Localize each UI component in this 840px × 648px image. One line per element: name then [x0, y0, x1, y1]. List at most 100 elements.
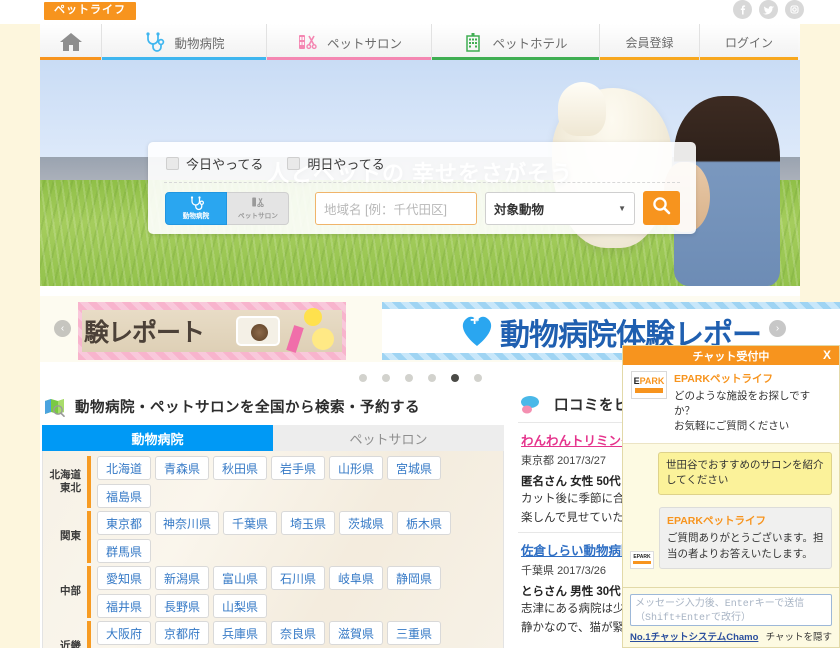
prefecture-cell[interactable]: 福井県 — [97, 594, 151, 618]
prefecture-cell[interactable]: 栃木県 — [397, 511, 452, 535]
social-links — [733, 0, 804, 19]
prefecture-cell[interactable]: 新潟県 — [155, 566, 209, 590]
chat-message-agent: EPARKペットライフ ご質問ありがとうございます。担当の者よりお答えいたします… — [659, 507, 832, 569]
carousel-prev-button[interactable]: ‹ — [54, 320, 71, 337]
search-controls: 動物病院 ペットサロン 地域名 [例：千代田区] 対象動物 ▼ — [162, 191, 682, 225]
carousel-dot[interactable] — [473, 374, 482, 382]
region-input[interactable]: 地域名 [例：千代田区] — [315, 191, 477, 225]
review-date: 2017/3/27 — [557, 455, 606, 467]
chevron-down-icon: ▼ — [618, 203, 626, 213]
carousel-dot-active[interactable] — [450, 374, 459, 382]
prefecture-cell[interactable]: 岐阜県 — [329, 566, 383, 590]
close-icon[interactable]: X — [823, 348, 831, 362]
prefecture-cell[interactable]: 大阪府 — [97, 621, 151, 645]
carousel-dot[interactable] — [358, 374, 367, 382]
chat-message-user: 世田谷でおすすめのサロンを紹介してください — [658, 451, 832, 496]
epark-logo-icon: EPARK — [631, 371, 667, 399]
carousel-dot[interactable] — [404, 374, 413, 382]
tab-salon[interactable]: ペットサロン — [273, 425, 504, 451]
carousel-dot[interactable] — [427, 374, 436, 382]
carousel-next-button[interactable]: › — [769, 320, 786, 337]
epark-logo-bar — [635, 388, 663, 393]
prefecture-cell[interactable]: 岩手県 — [271, 456, 325, 480]
chat-intro-line: お気軽にご質問ください — [674, 420, 790, 433]
nav-item-salon[interactable]: ペットサロン — [267, 24, 432, 60]
twitter-icon[interactable] — [759, 0, 778, 19]
prefecture-cell[interactable]: 奈良県 — [271, 621, 325, 645]
prefecture-cell[interactable]: 福島県 — [97, 484, 151, 508]
nav-item-home[interactable] — [40, 24, 102, 60]
checkbox-tomorrow[interactable]: 明日やってる — [287, 154, 385, 173]
search-button[interactable] — [643, 191, 680, 225]
camera-icon — [236, 316, 280, 346]
prefecture-cell[interactable]: 宮城県 — [387, 456, 441, 480]
stethoscope-icon-small — [188, 196, 205, 211]
review-prefecture: 東京都 — [521, 455, 554, 467]
nav-label-hospital: 動物病院 — [174, 36, 225, 51]
prefecture-cell[interactable]: 千葉県 — [223, 511, 278, 535]
chat-hide-button[interactable]: チャットを隠す — [766, 629, 832, 643]
prefecture-cell[interactable]: 北海道 — [97, 456, 151, 480]
animal-select[interactable]: 対象動物 ▼ — [485, 191, 635, 225]
top-bar: ペットライフ — [0, 0, 840, 24]
chat-agent-text: ご質問ありがとうございます。担当の者よりお答えいたします。 — [667, 532, 824, 560]
section-title-search: 動物病院・ペットサロンを全国から検索・予約する — [75, 400, 420, 416]
prefecture-cell[interactable]: 石川県 — [271, 566, 325, 590]
nav-label-login: ログイン — [724, 35, 773, 50]
prefecture-cell[interactable]: 青森県 — [155, 456, 209, 480]
checkbox-today-label: 今日やってる — [186, 157, 264, 172]
prefecture-cell[interactable]: 埼玉県 — [281, 511, 336, 535]
prefecture-cell[interactable]: 茨城県 — [339, 511, 394, 535]
prefecture-cells: 愛知県 新潟県 富山県 石川県 岐阜県 静岡県 福井県 長野県 山梨県 — [91, 566, 497, 618]
prefecture-region-row: 関東 東京都 神奈川県 千葉県 埼玉県 茨城県 栃木県 群馬県 — [45, 511, 497, 563]
nav-item-hospital[interactable]: 動物病院 — [102, 24, 267, 60]
checkbox-today-box[interactable] — [166, 157, 179, 170]
prefecture-cell[interactable]: 滋賀県 — [329, 621, 383, 645]
prefecture-cell[interactable]: 三重県 — [387, 621, 441, 645]
chat-footer: メッセージ入力後、Enterキーで送信 （Shift+Enterで改行） No.… — [623, 587, 839, 647]
carousel-slide-salon-report[interactable]: 験レポート — [78, 302, 346, 360]
facebook-icon[interactable] — [733, 0, 752, 19]
chat-input[interactable]: メッセージ入力後、Enterキーで送信 （Shift+Enterで改行） — [630, 594, 832, 626]
nav-item-hotel[interactable]: ペットホテル — [432, 24, 600, 60]
instagram-icon[interactable] — [785, 0, 804, 19]
animal-select-value: 対象動物 — [494, 202, 545, 217]
prefecture-cell[interactable]: 兵庫県 — [213, 621, 267, 645]
prefecture-cell[interactable]: 静岡県 — [387, 566, 441, 590]
prefecture-cell[interactable]: 神奈川県 — [155, 511, 220, 535]
site-logo[interactable]: ペットライフ — [44, 2, 136, 20]
prefecture-cell[interactable]: 山形県 — [329, 456, 383, 480]
checkbox-tomorrow-box[interactable] — [287, 157, 301, 170]
checkbox-today[interactable]: 今日やってる — [166, 154, 263, 173]
tab-hospital[interactable]: 動物病院 — [42, 425, 273, 451]
prefecture-cell[interactable]: 秋田県 — [213, 456, 267, 480]
scissors-comb-icon-small — [249, 196, 266, 211]
building-icon — [463, 31, 483, 53]
prefecture-cell[interactable]: 群馬県 — [97, 539, 151, 563]
chat-intro: EPARK EPARKペットライフ どのような施設をお探しですか？ お気軽にご質… — [623, 365, 839, 444]
nav-item-register[interactable]: 会員登録 — [600, 24, 700, 60]
prefecture-table: 北海道 東北 北海道 青森県 秋田県 岩手県 山形県 宮城県 福島県 関東 東京… — [42, 451, 504, 648]
prefecture-region-row: 近畿 大阪府 京都府 兵庫県 奈良県 滋賀県 三重県 和歌山県 — [45, 621, 497, 648]
carousel-dot[interactable] — [381, 374, 390, 382]
prefecture-cells: 北海道 青森県 秋田県 岩手県 山形県 宮城県 福島県 — [91, 456, 497, 508]
toggle-hospital[interactable]: 動物病院 — [165, 191, 227, 225]
prefecture-cell[interactable]: 愛知県 — [97, 566, 151, 590]
toggle-salon[interactable]: ペットサロン — [227, 191, 289, 225]
scissors-comb-icon — [296, 31, 318, 53]
prefecture-cells: 東京都 神奈川県 千葉県 埼玉県 茨城県 栃木県 群馬県 — [91, 511, 497, 563]
prefecture-cell[interactable]: 東京都 — [97, 511, 151, 535]
chamo-credit-link[interactable]: No.1チャットシステムChamo — [630, 629, 758, 643]
toggle-salon-label: ペットサロン — [237, 213, 278, 220]
prefecture-region-row: 北海道 東北 北海道 青森県 秋田県 岩手県 山形県 宮城県 福島県 — [45, 456, 497, 508]
nav-item-login[interactable]: ログイン — [700, 24, 798, 60]
prefecture-cell[interactable]: 京都府 — [155, 621, 209, 645]
main-nav: 動物病院 ペットサロン ペットホテル 会員登録 ログイン — [40, 24, 800, 60]
prefecture-cell[interactable]: 長野県 — [155, 594, 209, 618]
region-label-chubu: 中部 — [60, 585, 81, 598]
prefecture-cell[interactable]: 山梨県 — [213, 594, 267, 618]
home-icon — [58, 31, 84, 53]
prefecture-cell[interactable]: 富山県 — [213, 566, 267, 590]
chat-message-list: 世田谷でおすすめのサロンを紹介してください EPARK EPARKペットライフ … — [623, 444, 839, 587]
chat-titlebar: チャット受付中 X — [623, 346, 839, 365]
